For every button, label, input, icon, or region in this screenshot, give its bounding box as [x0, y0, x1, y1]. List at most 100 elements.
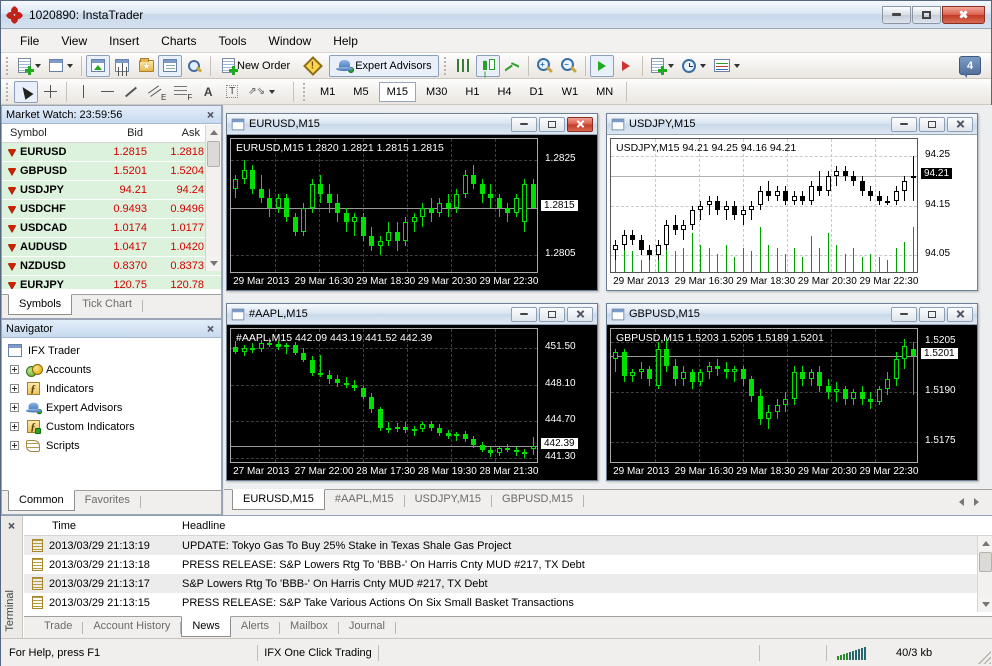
toolbar-grip[interactable] — [5, 56, 10, 75]
zoom-out-button[interactable]: − — [557, 55, 581, 77]
chart-canvas-gbpusd[interactable]: GBPUSD,M15 1.5203 1.5205 1.5189 1.5201 1.… — [607, 325, 977, 480]
arrows-tool-button[interactable]: ⇗⇘ — [244, 81, 279, 103]
timeframe-m30[interactable]: M30 — [418, 82, 455, 102]
market-watch-row-audusd[interactable]: AUDUSD 1.0417 1.0420 — [2, 238, 221, 257]
window-close-button[interactable] — [942, 5, 985, 24]
chart-tab-gbpusd-m15[interactable]: GBPUSD,M15 — [492, 490, 583, 509]
chart-restore-button[interactable] — [919, 306, 945, 322]
navigator-close-icon[interactable] — [204, 322, 217, 335]
terminal-tab-trade[interactable]: Trade — [34, 617, 82, 636]
timeframe-h4[interactable]: H4 — [489, 82, 519, 102]
line-chart-mode-button[interactable] — [500, 55, 524, 77]
terminal-tab-alerts[interactable]: Alerts — [231, 617, 279, 636]
timeframe-h1[interactable]: H1 — [457, 82, 487, 102]
status-mode-text[interactable]: IFX One Click Trading — [258, 647, 378, 659]
chart-canvas-eurusd[interactable]: EURUSD,M15 1.2820 1.2821 1.2815 1.2815 1.… — [227, 135, 597, 290]
text-label-tool[interactable]: T — [220, 81, 244, 103]
scroll-down-icon[interactable] — [206, 256, 221, 271]
expand-icon[interactable] — [10, 441, 19, 450]
data-window-toggle[interactable] — [110, 55, 134, 77]
menu-file[interactable]: File — [9, 30, 50, 52]
text-tool[interactable]: A — [196, 81, 220, 103]
chart-plot[interactable]: GBPUSD,M15 1.5203 1.5205 1.5189 1.5201 — [610, 328, 918, 463]
terminal-scrollbar[interactable] — [977, 536, 992, 612]
chart-plot[interactable]: EURUSD,M15 1.2820 1.2821 1.2815 1.2815 — [230, 138, 538, 273]
scroll-down-icon[interactable] — [978, 597, 992, 612]
scroll-thumb[interactable] — [207, 141, 220, 167]
sidebar-item-indicators[interactable]: ƒ Indicators — [2, 379, 221, 398]
toolbar-grip[interactable] — [5, 82, 10, 101]
chart-tab-aapl-m15[interactable]: #AAPL,M15 — [325, 490, 404, 509]
window-maximize-button[interactable] — [912, 5, 941, 24]
chart-tab-usdjpy-m15[interactable]: USDJPY,M15 — [405, 490, 491, 509]
chart-close-button[interactable] — [947, 306, 973, 322]
scroll-left-icon[interactable] — [959, 497, 964, 506]
column-time[interactable]: Time — [24, 520, 182, 532]
menu-window[interactable]: Window — [258, 30, 323, 52]
menu-charts[interactable]: Charts — [150, 30, 207, 52]
scroll-up-icon[interactable] — [978, 536, 992, 551]
menu-insert[interactable]: Insert — [98, 30, 150, 52]
expert-advisors-button[interactable]: Expert Advisors — [329, 54, 439, 77]
terminal-tab-news[interactable]: News — [181, 616, 231, 637]
market-watch-row-usdjpy[interactable]: USDJPY 94.21 94.24 — [2, 181, 221, 200]
chart-shift-toggle[interactable] — [614, 55, 638, 77]
new-chart-button[interactable] — [14, 55, 45, 77]
column-symbol[interactable]: Symbol — [2, 127, 86, 139]
market-watch-row-eurusd[interactable]: EURUSD 1.2815 1.2818 — [2, 143, 221, 162]
column-ask[interactable]: Ask — [143, 127, 200, 139]
menu-tools[interactable]: Tools — [208, 30, 258, 52]
chart-minimize-button[interactable] — [891, 306, 917, 322]
profiles-button[interactable] — [45, 55, 77, 77]
market-watch-row-eurjpy[interactable]: EURJPY 120.75 120.78 — [2, 276, 221, 289]
chart-close-button[interactable] — [567, 306, 593, 322]
periods-menu-button[interactable] — [678, 55, 710, 77]
terminal-tab-journal[interactable]: Journal — [339, 617, 395, 636]
market-watch-scrollbar[interactable] — [205, 125, 221, 271]
indicators-menu-button[interactable] — [647, 55, 678, 77]
tab-tick-chart[interactable]: Tick Chart — [72, 295, 142, 314]
toolbar-grip[interactable] — [442, 56, 448, 75]
market-watch-row-usdcad[interactable]: USDCAD 1.0174 1.0177 — [2, 219, 221, 238]
chart-canvas-usdjpy[interactable]: USDJPY,M15 94.21 94.25 94.16 94.21 94.25 9… — [607, 135, 977, 290]
expand-icon[interactable] — [10, 365, 19, 374]
scroll-up-icon[interactable] — [206, 125, 221, 140]
timeframe-mn[interactable]: MN — [588, 82, 621, 102]
terminal-close-icon[interactable] — [5, 519, 18, 532]
expand-icon[interactable] — [10, 384, 19, 393]
terminal-tab-mailbox[interactable]: Mailbox — [280, 617, 338, 636]
chart-window-eurusd[interactable]: EURUSD,M15 EURUSD,M15 1.2820 1.2821 1.281… — [226, 113, 598, 291]
terminal-toggle[interactable] — [158, 54, 182, 77]
chart-window-titlebar[interactable]: GBPUSD,M15 — [607, 304, 977, 325]
timeframe-w1[interactable]: W1 — [554, 82, 587, 102]
sidebar-item-scripts[interactable]: Scripts — [2, 436, 221, 455]
bar-chart-mode-button[interactable] — [452, 55, 476, 77]
chart-close-button[interactable] — [567, 116, 593, 132]
chart-window-titlebar[interactable]: USDJPY,M15 — [607, 114, 977, 135]
tab-symbols[interactable]: Symbols — [8, 294, 73, 315]
chart-restore-button[interactable] — [539, 116, 565, 132]
news-row[interactable]: 2013/03/29 21:13:15 PRESS RELEASE: S&P Ta… — [24, 593, 992, 612]
column-headline[interactable]: Headline — [182, 520, 225, 532]
market-watch-toggle[interactable] — [86, 54, 110, 77]
market-watch-close-icon[interactable] — [204, 108, 217, 121]
expand-icon[interactable] — [10, 422, 19, 431]
market-watch-row-gbpusd[interactable]: GBPUSD 1.5201 1.5204 — [2, 162, 221, 181]
candlestick-mode-button[interactable] — [475, 54, 500, 77]
expand-icon[interactable] — [10, 403, 19, 412]
notifications-badge[interactable]: 4 — [959, 56, 981, 78]
strategy-tester-toggle[interactable] — [182, 55, 206, 77]
chart-window-titlebar[interactable]: #AAPL,M15 — [227, 304, 597, 325]
market-watch-row-usdchf[interactable]: USDCHF 0.9493 0.9496 — [2, 200, 221, 219]
timeframe-d1[interactable]: D1 — [522, 82, 552, 102]
menu-view[interactable]: View — [50, 30, 98, 52]
tab-common[interactable]: Common — [8, 490, 75, 511]
chart-window-aapl[interactable]: #AAPL,M15 #AAPL,M15 442.09 443.19 441.52 … — [226, 303, 598, 481]
cursor-tool-button[interactable] — [14, 80, 38, 103]
alerts-warning-button[interactable]: ! — [301, 55, 325, 77]
auto-scroll-toggle[interactable] — [589, 54, 614, 77]
chart-minimize-button[interactable] — [511, 306, 537, 322]
templates-menu-button[interactable] — [710, 55, 744, 77]
news-row[interactable]: 2013/03/29 21:13:19 UPDATE: Tokyo Gas To … — [24, 536, 992, 555]
sidebar-item-custom-indicators[interactable]: ƒ Custom Indicators — [2, 417, 221, 436]
